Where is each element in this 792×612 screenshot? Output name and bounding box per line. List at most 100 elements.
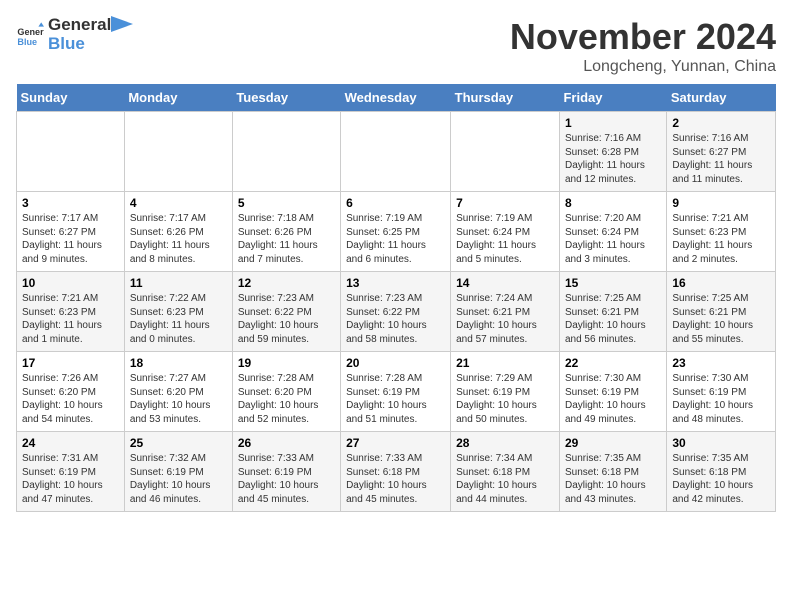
weekday-header-thursday: Thursday [451,84,560,112]
day-info: Sunrise: 7:17 AM Sunset: 6:27 PM Dayligh… [22,212,119,266]
calendar-cell: 1Sunrise: 7:16 AM Sunset: 6:28 PM Daylig… [559,112,666,192]
page-header: General Blue General Blue November 2024 … [16,16,776,76]
weekday-header-sunday: Sunday [17,84,125,112]
day-info: Sunrise: 7:34 AM Sunset: 6:18 PM Dayligh… [456,452,554,506]
calendar-cell: 18 Sunrise: 7:27 AM Sunset: 6:20 PM Dayli… [124,352,232,432]
day-number: 20 [346,356,445,370]
calendar-cell: 24Sunrise: 7:31 AM Sunset: 6:19 PM Dayli… [17,432,125,512]
day-info: Sunrise: 7:27 AM Sunset: 6:20 PM Dayligh… [130,372,227,426]
calendar-cell: 12 Sunrise: 7:23 AM Sunset: 6:22 PM Dayli… [232,272,340,352]
calendar-cell: 14 Sunrise: 7:24 AM Sunset: 6:21 PM Dayli… [451,272,560,352]
calendar-week-row: 1Sunrise: 7:16 AM Sunset: 6:28 PM Daylig… [17,112,776,192]
day-info: Sunrise: 7:29 AM Sunset: 6:19 PM Dayligh… [456,372,554,426]
day-info: Sunrise: 7:33 AM Sunset: 6:19 PM Dayligh… [238,452,335,506]
day-info: Sunrise: 7:24 AM Sunset: 6:21 PM Dayligh… [456,292,554,346]
day-number: 9 [672,196,770,210]
day-info: Sunrise: 7:17 AM Sunset: 6:26 PM Dayligh… [130,212,227,266]
calendar-cell: 27Sunrise: 7:33 AM Sunset: 6:18 PM Dayli… [341,432,451,512]
calendar-cell [341,112,451,192]
day-number: 14 [456,276,554,290]
day-number: 12 [238,276,335,290]
day-number: 17 [22,356,119,370]
calendar-week-row: 17 Sunrise: 7:26 AM Sunset: 6:20 PM Dayli… [17,352,776,432]
day-number: 28 [456,436,554,450]
calendar-cell [451,112,560,192]
day-number: 7 [456,196,554,210]
calendar-cell: 2Sunrise: 7:16 AM Sunset: 6:27 PM Daylig… [667,112,776,192]
weekday-header-tuesday: Tuesday [232,84,340,112]
day-info: Sunrise: 7:31 AM Sunset: 6:19 PM Dayligh… [22,452,119,506]
svg-text:Blue: Blue [17,36,37,46]
calendar-cell: 9 Sunrise: 7:21 AM Sunset: 6:23 PM Daylig… [667,192,776,272]
calendar-cell: 20 Sunrise: 7:28 AM Sunset: 6:19 PM Dayli… [341,352,451,432]
day-info: Sunrise: 7:21 AM Sunset: 6:23 PM Dayligh… [672,212,770,266]
day-info: Sunrise: 7:32 AM Sunset: 6:19 PM Dayligh… [130,452,227,506]
day-number: 8 [565,196,661,210]
day-info: Sunrise: 7:30 AM Sunset: 6:19 PM Dayligh… [565,372,661,426]
day-info: Sunrise: 7:19 AM Sunset: 6:25 PM Dayligh… [346,212,445,266]
calendar-week-row: 3Sunrise: 7:17 AM Sunset: 6:27 PM Daylig… [17,192,776,272]
location: Longcheng, Yunnan, China [510,58,776,76]
day-number: 1 [565,116,661,130]
day-info: Sunrise: 7:21 AM Sunset: 6:23 PM Dayligh… [22,292,119,346]
day-info: Sunrise: 7:16 AM Sunset: 6:27 PM Dayligh… [672,132,770,186]
calendar-cell: 4Sunrise: 7:17 AM Sunset: 6:26 PM Daylig… [124,192,232,272]
calendar-cell: 8 Sunrise: 7:20 AM Sunset: 6:24 PM Daylig… [559,192,666,272]
calendar-week-row: 24Sunrise: 7:31 AM Sunset: 6:19 PM Dayli… [17,432,776,512]
calendar-cell: 19Sunrise: 7:28 AM Sunset: 6:20 PM Dayli… [232,352,340,432]
calendar-cell: 29Sunrise: 7:35 AM Sunset: 6:18 PM Dayli… [559,432,666,512]
calendar-cell: 13 Sunrise: 7:23 AM Sunset: 6:22 PM Dayli… [341,272,451,352]
day-number: 16 [672,276,770,290]
day-info: Sunrise: 7:19 AM Sunset: 6:24 PM Dayligh… [456,212,554,266]
day-info: Sunrise: 7:35 AM Sunset: 6:18 PM Dayligh… [565,452,661,506]
day-number: 13 [346,276,445,290]
logo: General Blue General Blue [16,16,133,53]
day-info: Sunrise: 7:28 AM Sunset: 6:19 PM Dayligh… [346,372,445,426]
day-info: Sunrise: 7:23 AM Sunset: 6:22 PM Dayligh… [238,292,335,346]
day-number: 11 [130,276,227,290]
weekday-header-wednesday: Wednesday [341,84,451,112]
calendar-cell [124,112,232,192]
calendar-cell [17,112,125,192]
day-number: 26 [238,436,335,450]
calendar-cell [232,112,340,192]
logo-general-text: General [48,16,111,35]
logo-blue-text: Blue [48,35,111,54]
calendar-table: SundayMondayTuesdayWednesdayThursdayFrid… [16,84,776,512]
day-number: 25 [130,436,227,450]
calendar-cell: 17 Sunrise: 7:26 AM Sunset: 6:20 PM Dayli… [17,352,125,432]
calendar-cell: 23 Sunrise: 7:30 AM Sunset: 6:19 PM Dayli… [667,352,776,432]
title-section: November 2024 Longcheng, Yunnan, China [510,16,776,76]
day-number: 19 [238,356,335,370]
calendar-cell: 7 Sunrise: 7:19 AM Sunset: 6:24 PM Daylig… [451,192,560,272]
day-number: 22 [565,356,661,370]
day-info: Sunrise: 7:26 AM Sunset: 6:20 PM Dayligh… [22,372,119,426]
day-number: 15 [565,276,661,290]
calendar-header-row: SundayMondayTuesdayWednesdayThursdayFrid… [17,84,776,112]
calendar-cell: 26 Sunrise: 7:33 AM Sunset: 6:19 PM Dayli… [232,432,340,512]
logo-flag-icon [111,16,133,44]
day-info: Sunrise: 7:18 AM Sunset: 6:26 PM Dayligh… [238,212,335,266]
month-title: November 2024 [510,16,776,58]
day-number: 23 [672,356,770,370]
calendar-cell: 6 Sunrise: 7:19 AM Sunset: 6:25 PM Daylig… [341,192,451,272]
calendar-cell: 5Sunrise: 7:18 AM Sunset: 6:26 PM Daylig… [232,192,340,272]
calendar-cell: 22 Sunrise: 7:30 AM Sunset: 6:19 PM Dayli… [559,352,666,432]
calendar-cell: 21 Sunrise: 7:29 AM Sunset: 6:19 PM Dayli… [451,352,560,432]
day-info: Sunrise: 7:20 AM Sunset: 6:24 PM Dayligh… [565,212,661,266]
logo-icon: General Blue [16,21,44,49]
day-number: 18 [130,356,227,370]
day-info: Sunrise: 7:35 AM Sunset: 6:18 PM Dayligh… [672,452,770,506]
calendar-cell: 11Sunrise: 7:22 AM Sunset: 6:23 PM Dayli… [124,272,232,352]
day-number: 10 [22,276,119,290]
weekday-header-friday: Friday [559,84,666,112]
day-info: Sunrise: 7:30 AM Sunset: 6:19 PM Dayligh… [672,372,770,426]
day-number: 6 [346,196,445,210]
calendar-week-row: 10 Sunrise: 7:21 AM Sunset: 6:23 PM Dayli… [17,272,776,352]
calendar-cell: 30Sunrise: 7:35 AM Sunset: 6:18 PM Dayli… [667,432,776,512]
svg-text:General: General [17,27,44,37]
calendar-cell: 28 Sunrise: 7:34 AM Sunset: 6:18 PM Dayli… [451,432,560,512]
day-number: 21 [456,356,554,370]
day-info: Sunrise: 7:25 AM Sunset: 6:21 PM Dayligh… [565,292,661,346]
day-info: Sunrise: 7:23 AM Sunset: 6:22 PM Dayligh… [346,292,445,346]
